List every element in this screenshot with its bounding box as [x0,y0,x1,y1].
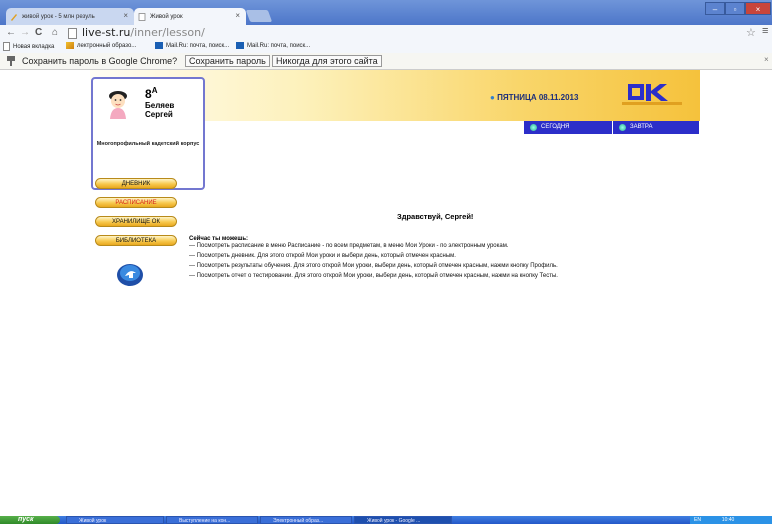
ball-icon [619,124,626,131]
bookmark-mailru-1[interactable]: Mail.Ru: почта, поиск... [155,42,229,49]
mailru-icon [155,42,163,49]
forward-icon[interactable]: → [20,27,30,38]
menu-library-button[interactable]: БИБЛИОТЕКА [95,235,177,246]
page-icon [3,42,10,51]
bookmark-new-tab[interactable]: Новая вкладка [3,42,54,51]
home-icon[interactable]: ⌂ [52,27,58,38]
tomorrow-label: ЗАВТРА [630,124,653,130]
page-info-icon[interactable] [68,28,77,41]
grade-number: 8 [145,87,152,101]
close-tab-icon[interactable]: × [235,11,240,20]
grade-letter: А [151,86,158,95]
action-item: — Посмотреть результаты обучения. Для эт… [189,263,558,269]
user-firstname: Сергей [145,110,173,119]
close-tab-icon[interactable]: × [123,11,128,20]
clock: 10:40 [721,517,735,523]
minimize-button[interactable]: – [705,2,725,15]
never-save-button[interactable]: Никогда для этого сайта [272,55,382,67]
tab-live-lesson[interactable]: Живой урок × [134,8,246,25]
today-label: СЕГОДНЯ [541,124,570,130]
save-password-button[interactable]: Сохранить пароль [185,55,270,67]
current-date: ● ПЯТНИЦА 08.11.2013 [490,93,578,102]
maximize-button[interactable]: ▫ [725,2,745,15]
pencil-icon [66,42,74,49]
class-grade: 8А [145,86,157,101]
language-indicator[interactable]: EN [694,517,701,523]
globe-icon: ● [490,93,495,102]
close-infobar-icon[interactable]: × [764,55,769,64]
menu-storage-button[interactable]: ХРАНИЛИЩЕ ОК [95,216,177,227]
pencil-icon [10,13,18,21]
tab-title: живой урок - 5 млн резуль [22,13,95,20]
actions-lead: Сейчас ты можешь: [189,236,249,242]
action-item: — Посмотреть дневник. Для этого открой М… [189,253,456,259]
url-field[interactable]: live-st.ru/inner/lesson/ [82,26,205,39]
start-button[interactable]: пуск [0,516,60,524]
new-tab-button[interactable] [245,10,273,22]
taskbar-item-active[interactable]: Живой урок - Google ... [354,516,452,524]
bookmark-star-icon[interactable]: ☆ [746,26,756,39]
ball-icon [530,124,537,131]
ok-logo [622,82,682,106]
page-icon [138,13,146,21]
chrome-menu-icon[interactable]: ≡ [762,25,768,37]
school-name: Многопрофильный кадетский корпус [96,141,200,147]
key-icon [6,55,16,69]
close-window-button[interactable]: × [745,2,771,15]
reload-icon[interactable]: C [35,27,42,38]
tab-title: Живой урок [150,13,183,20]
taskbar-item[interactable]: Живой урок [66,516,164,524]
taskbar-item[interactable]: Электронный образ... [260,516,352,524]
greeting-heading: Здравствуй, Сергей! [397,212,474,221]
action-item: — Посмотреть расписание в меню Расписани… [189,243,509,249]
bookmark-label: Новая вкладка [13,43,55,50]
taskbar-item[interactable]: Выступление на кон... [166,516,258,524]
tomorrow-button[interactable]: ЗАВТРА [613,121,699,134]
system-tray: EN 10:40 [690,516,772,524]
url-path: /inner/lesson/ [130,26,205,39]
tab-search-results[interactable]: живой урок - 5 млн резуль × [6,8,134,25]
user-surname: Беляев [145,101,175,110]
avatar [107,90,129,120]
date-text: ПЯТНИЦА 08.11.2013 [497,93,579,102]
user-name: Беляев Сергей [145,101,174,119]
bookmark-mailru-2[interactable]: Mail.Ru: почта, поиск... [236,42,310,49]
action-item: — Посмотреть отчет о тестировании. Для э… [189,273,558,279]
back-icon[interactable]: ← [6,27,16,38]
globe-button-icon[interactable] [116,263,144,287]
bookmark-edu[interactable]: лектронный образо... [66,42,136,49]
password-prompt-text: Сохранить пароль в Google Chrome? [22,56,178,66]
url-domain: live-st.ru [82,26,131,39]
menu-diary-button[interactable]: ДНЕВНИК [95,178,177,189]
bookmark-label: лектронный образо... [77,42,137,49]
bookmark-label: Mail.Ru: почта, поиск... [166,42,230,49]
today-button[interactable]: СЕГОДНЯ [524,121,612,134]
menu-schedule-button[interactable]: РАСПИСАНИЕ [95,197,177,208]
mailru-icon [236,42,244,49]
bookmark-label: Mail.Ru: почта, поиск... [247,42,311,49]
